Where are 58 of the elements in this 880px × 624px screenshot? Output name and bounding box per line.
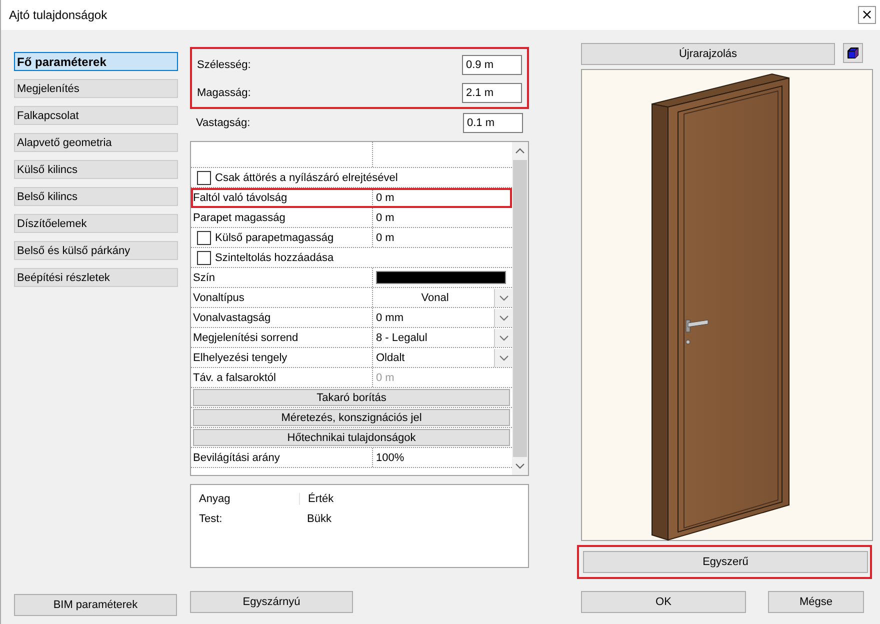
window-title: Ajtó tulajdonságok xyxy=(9,8,108,22)
nav-item[interactable]: Megjelenítés xyxy=(14,79,178,98)
property-label: Vonalvastagság xyxy=(193,312,271,324)
input-field[interactable]: 0.1 m xyxy=(463,113,523,133)
field-label: Magasság: xyxy=(197,87,251,99)
table-cell-text: Bükk xyxy=(306,513,332,525)
property-label: Táv. a falsaroktól xyxy=(193,372,276,384)
scrollbar[interactable] xyxy=(512,142,528,475)
dropdown[interactable]: 0 mm xyxy=(373,308,512,327)
view-button[interactable] xyxy=(843,43,863,63)
section-header-button[interactable]: Takaró borítás xyxy=(193,389,510,406)
column-header: Érték xyxy=(307,493,335,505)
single-leaf-button[interactable]: Egyszárnyú xyxy=(190,591,353,613)
field-label: Szélesség: xyxy=(197,59,251,71)
property-label: Megjelenítési sorrend xyxy=(193,332,298,344)
bim-parameters-button[interactable]: BIM paraméterek xyxy=(14,594,177,616)
property-label: Bevilágítási arány xyxy=(193,452,280,464)
nav-item[interactable]: Belső és külső párkány xyxy=(14,241,178,260)
checkbox[interactable] xyxy=(197,250,211,264)
color-swatch[interactable] xyxy=(376,271,506,284)
input-field[interactable]: 2.1 m xyxy=(462,83,522,103)
cube-icon xyxy=(845,45,861,61)
table-cell-text: Test: xyxy=(198,513,224,525)
cancel-button[interactable]: Mégse xyxy=(768,591,864,613)
checkbox[interactable] xyxy=(197,230,211,244)
nav-item[interactable]: Beépítési részletek xyxy=(14,268,178,287)
property-label: Parapet magasság xyxy=(193,212,286,224)
property-label: Szín xyxy=(193,272,216,284)
checkbox-label: Külső parapetmagasság xyxy=(215,232,334,244)
ok-button[interactable]: OK xyxy=(581,591,746,613)
property-value: 0 m xyxy=(376,232,394,244)
display-mode-button[interactable]: Egyszerű xyxy=(583,551,868,573)
property-label: Faltól való távolság xyxy=(193,192,288,204)
nav-item[interactable]: Alapvető geometria xyxy=(14,133,178,152)
column-header: Anyag xyxy=(191,493,300,505)
property-label: Elhelyezési tengely xyxy=(193,352,288,364)
nav-item[interactable]: Falkapcsolat xyxy=(14,106,178,125)
field-label: Vastagság: xyxy=(196,117,250,129)
checkbox-label: Szinteltolás hozzáadása xyxy=(215,252,334,264)
checkbox-label: Csak áttörés a nyílászáró elrejtésével xyxy=(215,172,398,184)
property-value: 0 m xyxy=(376,212,394,224)
nav-item[interactable]: Belső kilincs xyxy=(14,187,178,206)
input-field[interactable]: 0.9 m xyxy=(462,55,522,75)
nav-item[interactable]: Külső kilincs xyxy=(14,160,178,179)
property-value: 100% xyxy=(376,452,404,464)
dropdown[interactable]: 8 - Legalul xyxy=(373,328,512,347)
nav-item[interactable]: Fő paraméterek xyxy=(14,52,178,71)
dropdown[interactable]: Oldalt xyxy=(373,348,512,367)
property-value: 0 m xyxy=(376,372,394,384)
dropdown[interactable]: Vonal xyxy=(373,288,512,307)
property-label: Vonaltípus xyxy=(193,292,244,304)
property-value: 0 m xyxy=(376,192,394,204)
section-header-button[interactable]: Méretezés, konszignációs jel xyxy=(193,409,510,426)
checkbox[interactable] xyxy=(197,170,211,184)
redraw-button[interactable]: Újrarajzolás xyxy=(581,43,835,65)
close-button[interactable]: × xyxy=(858,6,876,24)
nav-item[interactable]: Díszítőelemek xyxy=(14,214,178,233)
section-header-button[interactable]: Hőtechnikai tulajdonságok xyxy=(193,429,510,446)
